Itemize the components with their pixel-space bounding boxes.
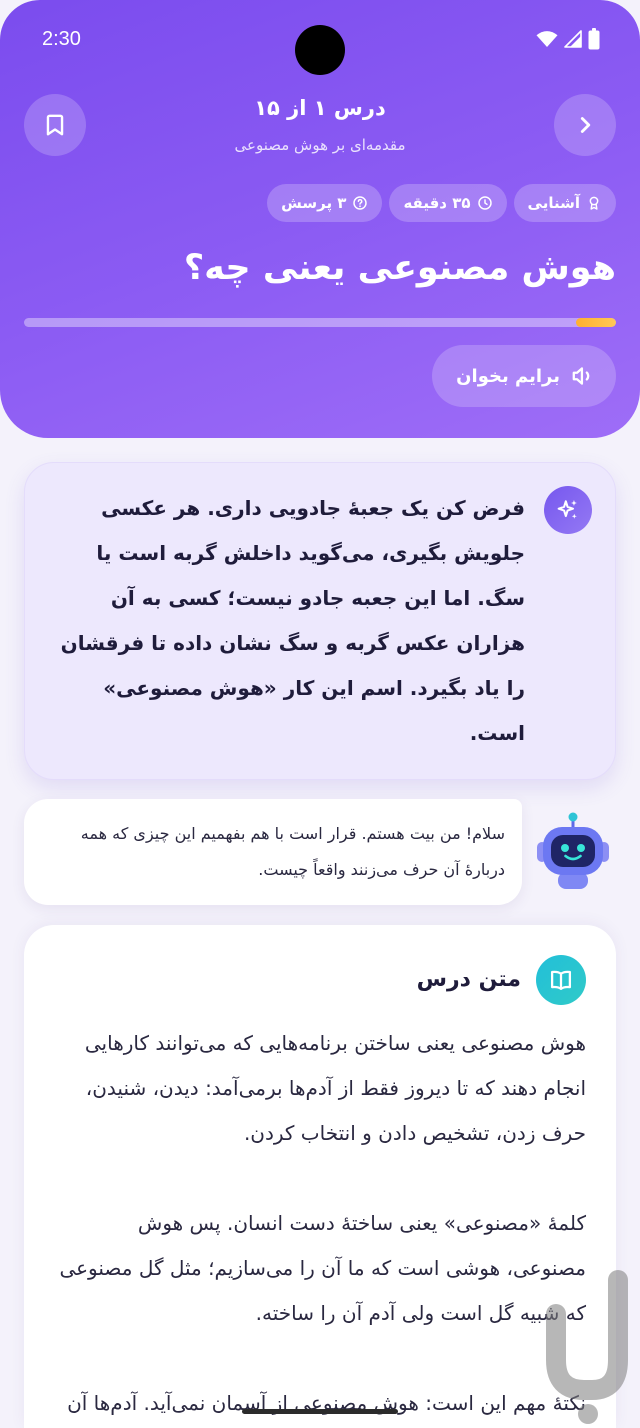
- book-icon: [550, 970, 572, 991]
- clock-icon: [477, 196, 492, 210]
- question-circle-icon: [353, 196, 368, 210]
- lesson-body: هوش مصنوعی یعنی ساختن برنامه‌هایی که می‌…: [54, 1021, 586, 1428]
- battery-icon: [588, 28, 600, 50]
- lesson-progress-bar: [24, 318, 616, 327]
- bookmark-icon: [46, 114, 64, 136]
- lesson-content: فرض کن یک جعبهٔ جادویی داری. هر عکسی جلو…: [24, 462, 616, 1428]
- intro-card: فرض کن یک جعبهٔ جادویی داری. هر عکسی جلو…: [24, 462, 616, 780]
- back-button[interactable]: [554, 94, 616, 156]
- status-time: 2:30: [42, 28, 81, 50]
- lesson-screen: 2:30: [0, 0, 640, 1428]
- chevron-right-icon: [580, 117, 591, 133]
- speaker-icon: [572, 367, 590, 385]
- chip-level: آشنایی: [513, 184, 616, 222]
- lesson-text-heading: متن درس: [416, 967, 521, 992]
- signal-icon: [564, 30, 582, 48]
- lesson-text-card: متن درس هوش مصنوعی یعنی ساختن برنامه‌های…: [24, 925, 616, 1428]
- chip-label: ۳ پرسش: [281, 194, 347, 212]
- lesson-counter: درس ۱ از ۱۵: [254, 96, 386, 120]
- course-title: مقدمه‌ای بر هوش مصنوعی: [234, 136, 406, 154]
- wifi-icon: [536, 31, 558, 47]
- progress-fill: [576, 318, 616, 327]
- lesson-meta: درس ۱ از ۱۵ مقدمه‌ای بر هوش مصنوعی: [110, 92, 530, 157]
- chip-label: آشنایی: [527, 194, 580, 212]
- lesson-title: هوش مصنوعی یعنی چه؟: [183, 248, 616, 288]
- read-aloud-label: برایم بخوان: [456, 365, 560, 387]
- robot-icon: [537, 812, 609, 889]
- award-icon: [589, 196, 599, 210]
- lesson-paragraph: نکتهٔ مهم این است: هوش مصنوعی از آسمان ن…: [67, 1391, 586, 1415]
- lesson-text-header: متن درس: [54, 955, 586, 1005]
- bookmark-button[interactable]: [24, 94, 86, 156]
- mascot-speech-bubble: سلام! من بیت هستم. قرار است با هم بفهمیم…: [24, 798, 522, 905]
- intro-badge: [544, 486, 592, 534]
- chip-label: ۳۵ دقیقه: [403, 194, 471, 212]
- lesson-chips: آشنایی ۳۵ دقیقه ۳ پرسش: [267, 184, 616, 222]
- read-aloud-button[interactable]: برایم بخوان: [432, 345, 616, 407]
- chip-duration: ۳۵ دقیقه: [389, 184, 507, 222]
- lesson-paragraph: هوش مصنوعی یعنی ساختن برنامه‌هایی که می‌…: [84, 1031, 586, 1145]
- camera-cutout: [295, 25, 345, 75]
- book-badge: [536, 955, 586, 1005]
- home-indicator[interactable]: [242, 1409, 398, 1414]
- mascot-row: سلام! من بیت هستم. قرار است با هم بفهمیم…: [24, 798, 616, 905]
- intro-text: فرض کن یک جعبهٔ جادویی داری. هر عکسی جلو…: [60, 496, 525, 745]
- lesson-paragraph: کلمهٔ «مصنوعی» یعنی ساختهٔ دست انسان. پس…: [59, 1211, 586, 1325]
- sparkle-icon: [557, 500, 577, 519]
- status-icons: [536, 28, 600, 50]
- chip-questions: ۳ پرسش: [267, 184, 383, 222]
- lesson-header: 2:30: [0, 0, 640, 438]
